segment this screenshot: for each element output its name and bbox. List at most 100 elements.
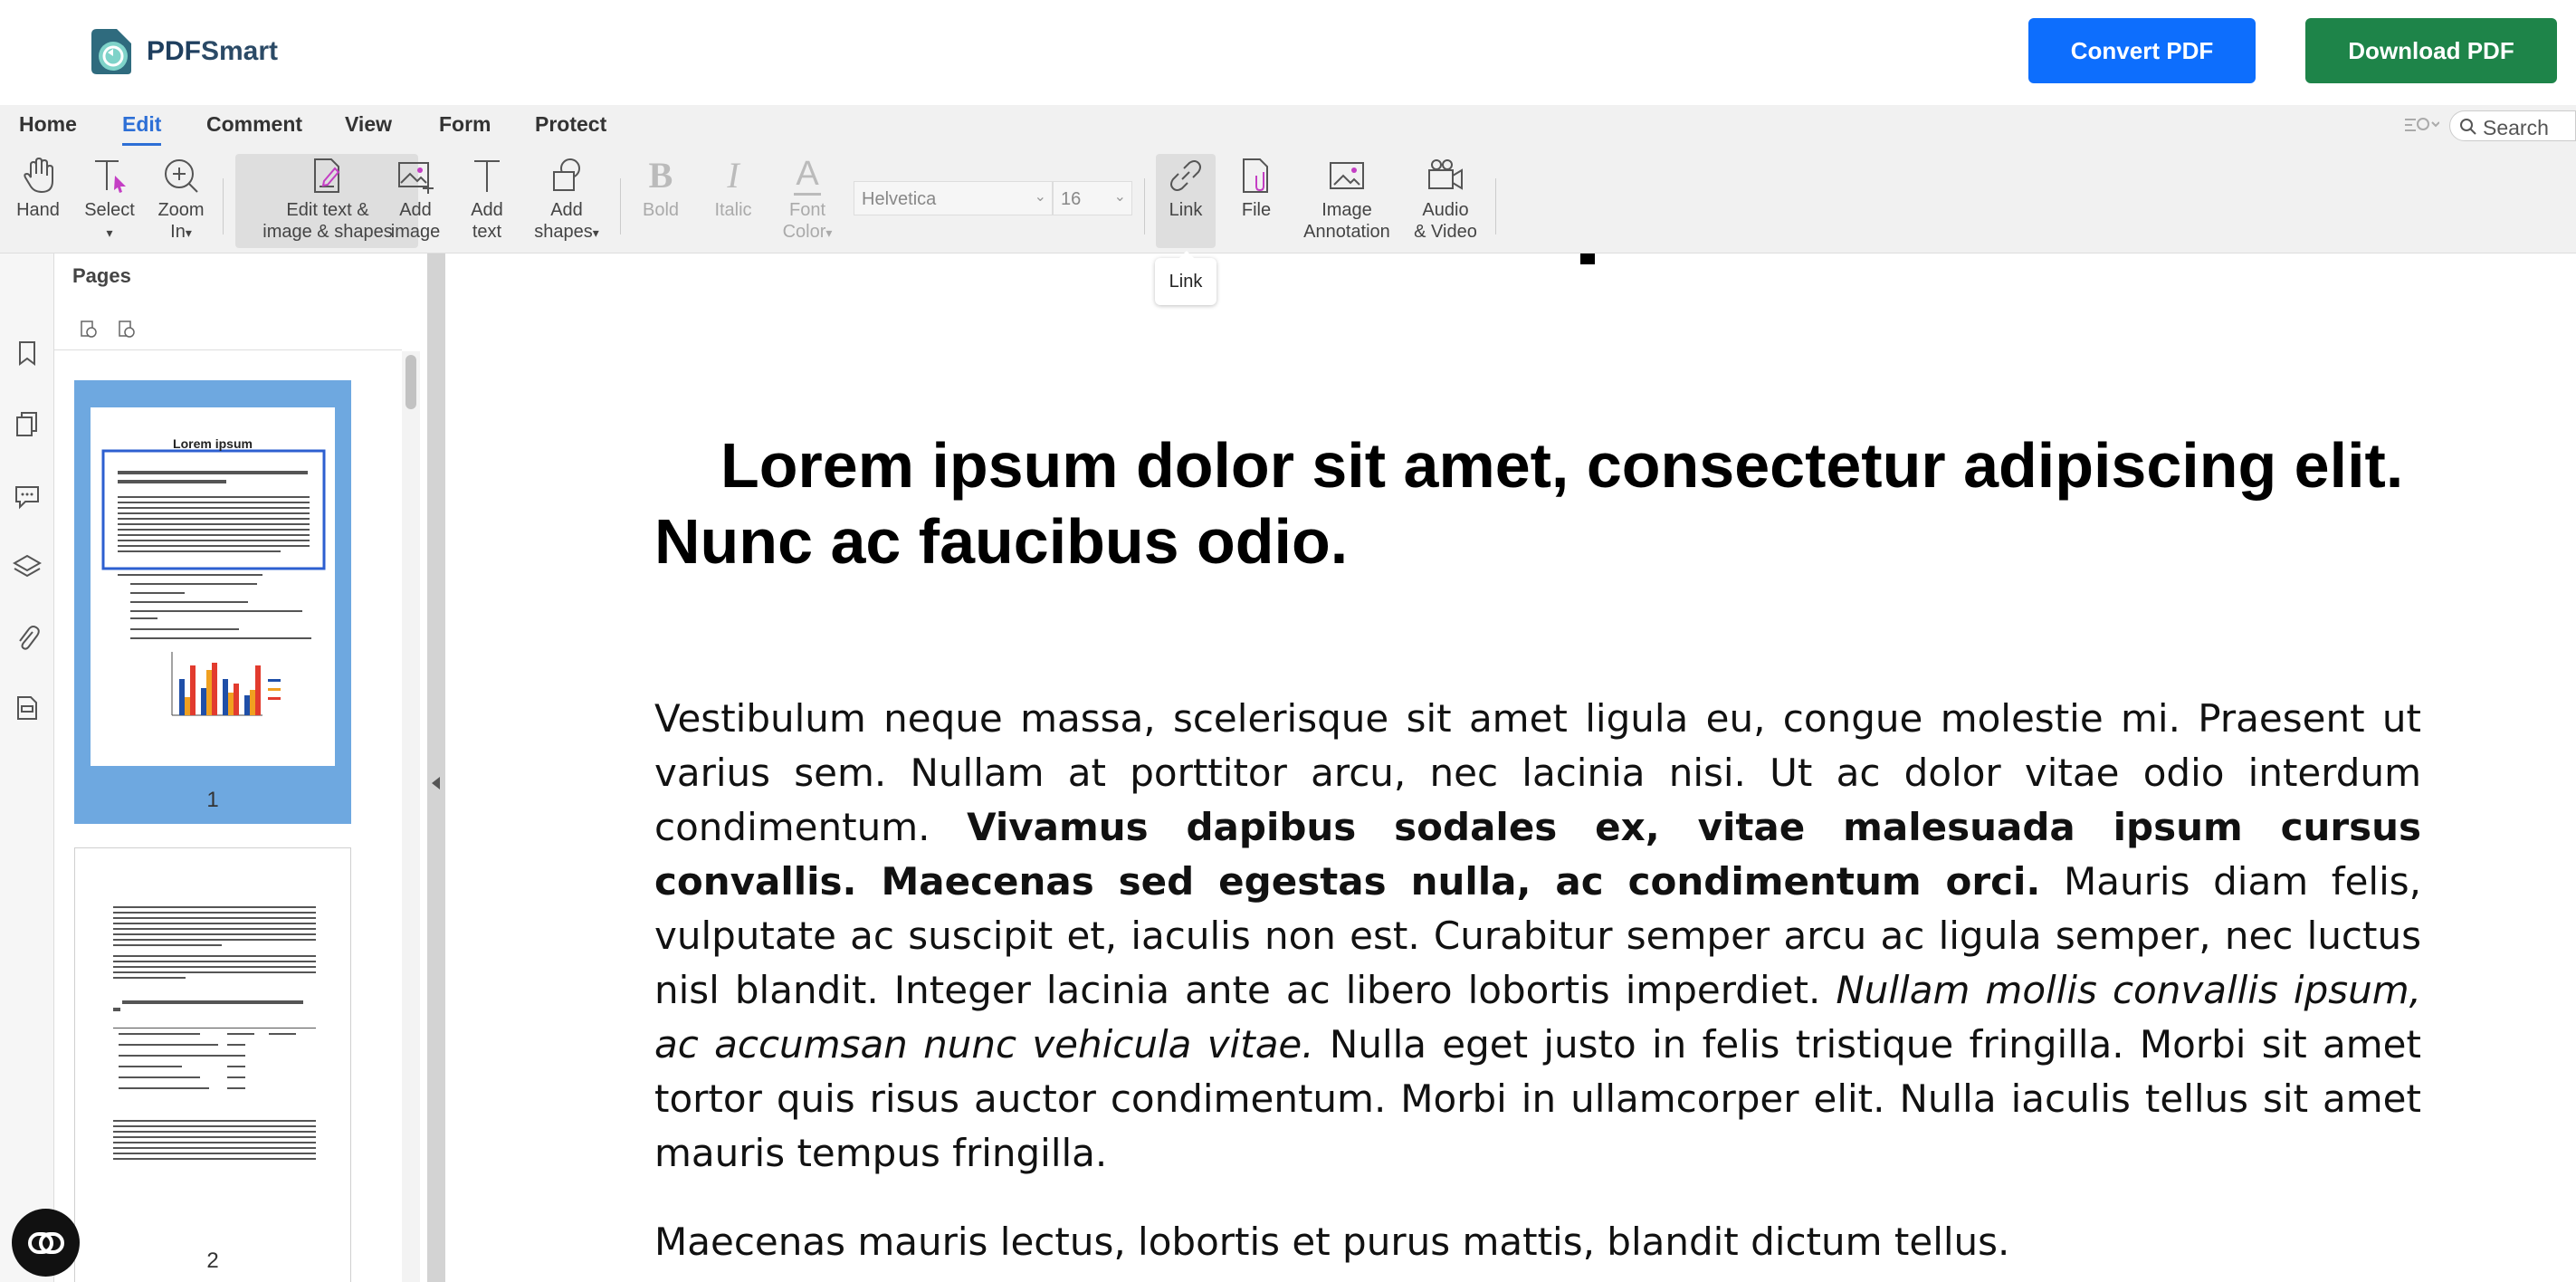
file-button[interactable]: File xyxy=(1229,156,1283,221)
add-text-button[interactable]: Add text xyxy=(460,156,514,243)
zoom-in-icon xyxy=(165,159,198,193)
bold-button[interactable]: B Bold xyxy=(634,156,688,221)
image-annotation-button[interactable]: Image Annotation xyxy=(1300,156,1394,243)
image-annotation-icon xyxy=(1330,162,1364,189)
add-shapes-label-line1: Add xyxy=(550,200,583,220)
link-icon xyxy=(1170,160,1201,191)
font-color-button[interactable]: A Font Color▾ xyxy=(777,156,838,244)
comments-icon[interactable] xyxy=(13,482,42,511)
chat-icon xyxy=(28,1232,64,1254)
pages-scrollbar[interactable] xyxy=(402,351,420,1282)
document-heading[interactable]: Lorem ipsum dolor sit amet, consectetur … xyxy=(654,427,2428,579)
pages-icon[interactable] xyxy=(13,409,42,438)
add-text-label-line2: text xyxy=(472,222,502,242)
menu-protect[interactable]: Protect xyxy=(535,112,606,137)
selection-handle[interactable] xyxy=(1580,254,1595,264)
page-2-preview xyxy=(113,906,316,1160)
chat-widget-button[interactable] xyxy=(12,1209,80,1277)
menu-form[interactable]: Form xyxy=(439,112,491,137)
page-1-preview xyxy=(91,407,335,766)
pdfsmart-logo-icon[interactable] xyxy=(86,25,137,76)
document-paragraph-2[interactable]: Maecenas mauris lectus, lobortis et puru… xyxy=(654,1215,2421,1269)
zoom-in-label-line1: Zoom xyxy=(157,200,205,220)
hand-label: Hand xyxy=(16,200,60,220)
add-image-icon xyxy=(398,162,434,194)
audio-video-label-line2: & Video xyxy=(1414,222,1477,242)
font-family-select[interactable]: Helvetica ⌄ xyxy=(854,181,1053,215)
page-thumbnail-2[interactable]: 2 xyxy=(74,847,351,1282)
font-color-label-line2: Color xyxy=(782,222,826,242)
audio-video-button[interactable]: Audio & Video xyxy=(1412,156,1479,243)
edit-label-line2: image & shapes xyxy=(262,222,393,242)
select-tool-button[interactable]: Select ▾ xyxy=(81,156,138,244)
scrollbar-thumb[interactable] xyxy=(405,355,416,409)
file-label: File xyxy=(1241,200,1272,220)
menu-view[interactable]: View xyxy=(345,112,392,137)
chevron-down-icon: ⌄ xyxy=(1034,189,1046,205)
pages-panel: Pages Lorem ipsum 1 2 xyxy=(54,254,427,1282)
toolbar-separator xyxy=(1144,178,1145,234)
hand-tool-button[interactable]: Hand xyxy=(11,156,65,221)
toolbar-separator xyxy=(223,178,224,234)
video-camera-icon xyxy=(1428,159,1463,190)
document-viewer[interactable]: Lorem ipsum dolor sit amet, consectetur … xyxy=(445,254,2576,1282)
collapse-arrow-icon[interactable] xyxy=(432,777,440,789)
app-logo-text[interactable]: PDFSmart xyxy=(147,36,278,67)
form-fields-icon[interactable] xyxy=(13,694,42,722)
font-size-select[interactable]: 16 ⌄ xyxy=(1053,181,1132,215)
panel-divider xyxy=(54,349,402,350)
download-pdf-button[interactable]: Download PDF xyxy=(2305,18,2557,83)
menu-bar: Home Edit Comment View Form Protect Sear… xyxy=(0,105,2576,147)
page-thumbnail-1[interactable]: Lorem ipsum 1 xyxy=(74,380,351,824)
logo-text-smart: Smart xyxy=(201,36,279,66)
audio-video-label-line1: Audio xyxy=(1422,200,1469,220)
search-icon xyxy=(2460,119,2476,135)
font-family-value: Helvetica xyxy=(862,189,937,209)
app-header: PDFSmart Convert PDF Download PDF xyxy=(0,0,2576,105)
link-button[interactable]: Link xyxy=(1159,156,1213,221)
page-number-1: 1 xyxy=(206,788,219,812)
file-attach-icon xyxy=(1243,158,1268,193)
add-image-button[interactable]: Add image xyxy=(384,156,447,243)
search-input[interactable]: Search xyxy=(2449,110,2576,141)
search-options-icon[interactable] xyxy=(2403,114,2439,136)
bookmark-icon[interactable] xyxy=(13,339,42,368)
insert-page-icon[interactable] xyxy=(116,319,138,340)
bold-label: Bold xyxy=(642,200,680,220)
bold-icon: B xyxy=(648,155,673,196)
font-color-icon: A xyxy=(794,156,821,196)
search-placeholder: Search xyxy=(2483,116,2549,139)
add-shapes-button[interactable]: Add shapes▾ xyxy=(529,156,605,244)
panel-splitter[interactable] xyxy=(427,254,445,1282)
edit-document-icon xyxy=(314,158,340,193)
italic-icon: I xyxy=(727,155,739,196)
add-shapes-label-line2: shapes xyxy=(534,222,593,242)
select-text-icon xyxy=(95,160,126,193)
menu-edit[interactable]: Edit xyxy=(122,112,162,146)
convert-pdf-button[interactable]: Convert PDF xyxy=(2028,18,2256,83)
logo-text-pdf: PDF xyxy=(147,36,201,66)
thumbnail-title: Lorem ipsum xyxy=(173,436,253,451)
font-color-dropdown-icon: ▾ xyxy=(825,225,833,240)
image-annotation-label-line2: Annotation xyxy=(1303,222,1390,242)
add-text-label-line1: Add xyxy=(471,200,503,220)
pages-panel-title: Pages xyxy=(72,264,131,287)
font-size-value: 16 xyxy=(1061,189,1082,209)
italic-button[interactable]: I Italic xyxy=(706,156,760,221)
add-text-icon xyxy=(474,160,500,192)
zoom-in-button[interactable]: Zoom In▾ xyxy=(152,156,210,244)
extract-page-icon[interactable] xyxy=(78,319,100,340)
zoom-dropdown-icon: ▾ xyxy=(185,225,192,240)
attachment-icon[interactable] xyxy=(13,623,42,652)
add-shapes-icon xyxy=(553,158,580,191)
toolbar-separator xyxy=(1495,178,1496,234)
toolbar-separator xyxy=(620,178,621,234)
menu-comment[interactable]: Comment xyxy=(206,112,302,137)
menu-home[interactable]: Home xyxy=(19,112,77,137)
edit-toolbar: Hand Select ▾ Zoom In▾ Edit text & image & … xyxy=(0,147,2576,254)
document-paragraph-1[interactable]: Vestibulum neque massa, scelerisque sit … xyxy=(654,692,2421,1181)
layers-icon[interactable] xyxy=(13,552,42,581)
edit-label-line1: Edit text & xyxy=(286,200,369,220)
shapes-dropdown-icon: ▾ xyxy=(592,225,599,240)
link-tooltip: Link xyxy=(1155,251,1216,305)
